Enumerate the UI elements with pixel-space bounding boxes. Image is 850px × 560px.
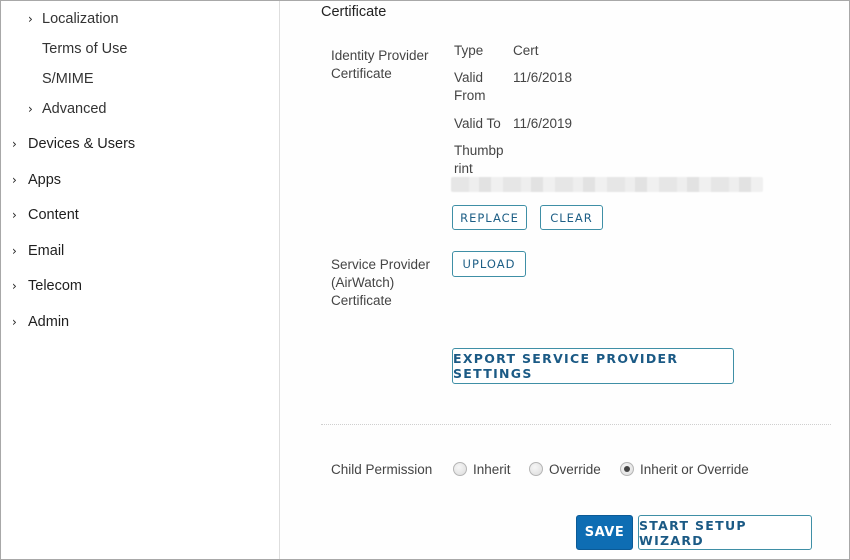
chevron-right-icon: › bbox=[12, 315, 17, 329]
sidebar-item-terms-of-use[interactable]: Terms of Use bbox=[28, 41, 127, 57]
sidebar-item-email[interactable]: › Email bbox=[12, 243, 64, 259]
valid-to-value: 11/6/2019 bbox=[513, 116, 573, 131]
valid-to-label: Valid To bbox=[454, 116, 501, 131]
sidebar-item-devices-users[interactable]: › Devices & Users bbox=[12, 136, 135, 152]
clear-button[interactable]: CLEAR bbox=[540, 205, 603, 230]
thumbprint-label: Thumbp rint bbox=[454, 143, 504, 176]
chevron-right-icon: › bbox=[28, 12, 33, 26]
section-divider bbox=[321, 424, 831, 425]
main-content: Certificate Identity Provider Certificat… bbox=[281, 1, 849, 559]
save-button[interactable]: SAVE bbox=[576, 515, 633, 550]
upload-button[interactable]: UPLOAD bbox=[452, 251, 526, 277]
sidebar-item-label: Telecom bbox=[28, 278, 82, 294]
sidebar-item-content[interactable]: › Content bbox=[12, 207, 79, 223]
sidebar-item-label: Localization bbox=[42, 11, 119, 27]
chevron-right-icon: › bbox=[12, 208, 17, 222]
sidebar-item-localization[interactable]: › Localization bbox=[28, 11, 119, 27]
sidebar-nav: › Localization Terms of Use S/MIME › Adv… bbox=[2, 1, 280, 559]
radio-override[interactable] bbox=[529, 462, 543, 476]
sidebar-item-advanced[interactable]: › Advanced bbox=[28, 101, 107, 117]
chevron-right-icon: › bbox=[12, 244, 17, 258]
chevron-right-icon: › bbox=[28, 102, 33, 116]
chevron-right-icon: › bbox=[12, 137, 17, 151]
sidebar-item-smime[interactable]: S/MIME bbox=[28, 71, 94, 87]
radio-inherit[interactable] bbox=[453, 462, 467, 476]
sidebar-item-label: S/MIME bbox=[42, 71, 94, 87]
radio-option-inherit-or-override[interactable]: Inherit or Override bbox=[620, 460, 749, 478]
sidebar-item-admin[interactable]: › Admin bbox=[12, 314, 69, 330]
section-title: Certificate bbox=[321, 4, 387, 20]
thumbprint-value-redacted bbox=[451, 177, 763, 192]
type-value: Cert bbox=[513, 43, 539, 58]
child-permission-label-row: Child Permission bbox=[331, 460, 432, 478]
sidebar-item-label: Admin bbox=[28, 314, 70, 330]
sidebar-item-label: Apps bbox=[28, 172, 62, 188]
sidebar-item-label: Advanced bbox=[42, 101, 107, 117]
service-provider-label: Service Provider (AirWatch) Certificate bbox=[331, 257, 431, 308]
sidebar-item-label: Content bbox=[28, 207, 79, 223]
export-service-provider-settings-button[interactable]: EXPORT SERVICE PROVIDER SETTINGS bbox=[452, 348, 734, 384]
replace-button[interactable]: REPLACE bbox=[452, 205, 527, 230]
radio-option-inherit[interactable]: Inherit bbox=[453, 460, 511, 478]
valid-from-label: Valid From bbox=[454, 70, 486, 103]
identity-provider-label: Identity Provider Certificate bbox=[331, 48, 429, 81]
chevron-right-icon: › bbox=[12, 279, 17, 293]
sidebar-item-apps[interactable]: › Apps bbox=[12, 172, 61, 188]
chevron-right-icon: › bbox=[12, 173, 17, 187]
sidebar-item-telecom[interactable]: › Telecom bbox=[12, 278, 82, 294]
radio-inherit-or-override[interactable] bbox=[620, 462, 634, 476]
settings-window: › Localization Terms of Use S/MIME › Adv… bbox=[0, 0, 850, 560]
radio-option-override[interactable]: Override bbox=[529, 460, 601, 478]
sidebar-item-label: Email bbox=[28, 243, 65, 259]
valid-from-value: 11/6/2018 bbox=[513, 70, 573, 85]
start-setup-wizard-button[interactable]: START SETUP WIZARD bbox=[638, 515, 812, 550]
type-label: Type bbox=[454, 43, 484, 58]
sidebar-item-label: Devices & Users bbox=[28, 136, 136, 152]
sidebar-item-label: Terms of Use bbox=[42, 41, 128, 57]
child-permission-label: Child Permission bbox=[331, 461, 433, 477]
